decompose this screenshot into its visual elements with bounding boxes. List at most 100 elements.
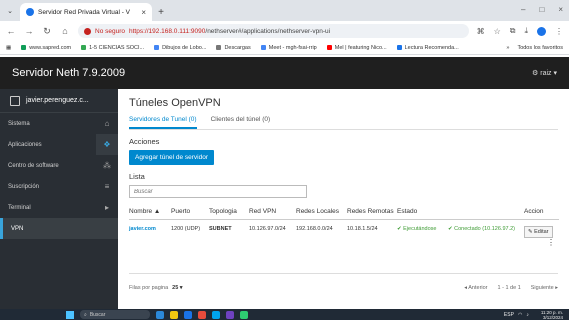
bookmark-item[interactable]: Meet - mgh-fsai-rrip xyxy=(260,44,317,51)
sidebar-item-centro-software[interactable]: Centro de software ⁂ xyxy=(0,155,118,176)
bookmark-item[interactable]: www.sapred.com xyxy=(21,45,71,51)
taskbar-search[interactable]: ⌕ Buscar xyxy=(80,310,150,319)
clock[interactable]: 11:20 p. m. 3/12/2024 xyxy=(541,310,563,320)
tab-server-tunnels[interactable]: Servidores de Tunel (0) xyxy=(129,116,197,129)
list-heading: Lista xyxy=(129,172,145,181)
favicon-icon xyxy=(26,8,34,16)
table-row: javier.com 1200 (UDP) SUBNET 10.126.97.0… xyxy=(129,220,559,254)
col-name[interactable]: Nombre ▲ xyxy=(129,206,171,220)
bookmark-icon xyxy=(216,45,222,50)
taskbar-app-icon[interactable] xyxy=(184,310,192,319)
bookmark-item[interactable]: Lectura Recomenda... xyxy=(396,44,459,51)
sidebar-item-label: Sistema xyxy=(8,120,30,127)
taskbar-app-icon[interactable] xyxy=(226,310,234,319)
taskbar-app-icon[interactable] xyxy=(170,310,178,319)
bookmark-label: Meet - mgh-fsai-rrip xyxy=(268,44,317,51)
back-icon[interactable]: ← xyxy=(6,26,16,36)
star-icon[interactable]: ☆ xyxy=(494,27,501,36)
sidebar-item-label: Terminal xyxy=(8,204,31,211)
sidebar-item-suscripcion[interactable]: Suscripción ≡ xyxy=(0,176,118,197)
language-indicator[interactable]: ESP xyxy=(504,312,514,318)
col-vpn-net: Red VPN xyxy=(249,206,296,220)
os-taskbar: ⌕ Buscar ESP ◠ ♪ 11:20 p. m. 3/12/2024 xyxy=(0,309,569,320)
wifi-icon[interactable]: ◠ xyxy=(518,312,522,318)
app-title: Servidor Neth 7.9.2009 xyxy=(12,67,126,79)
forward-icon[interactable]: → xyxy=(24,26,34,36)
url-input[interactable]: No seguro https://192.168.0.111:9090/net… xyxy=(78,24,469,38)
kebab-menu-icon[interactable]: ⋮ xyxy=(524,238,559,247)
software-icon: ⁂ xyxy=(103,161,111,170)
sidebar-item-terminal[interactable]: Terminal ▸ xyxy=(0,197,118,218)
bookmark-label: 1-5 CIENCIAS SOCI... xyxy=(89,44,145,51)
tunnel-actions: ✎ Editar ⋮ xyxy=(524,220,559,254)
bookmark-item[interactable]: Dibujos de Lobo... xyxy=(154,45,206,51)
clock-date: 3/12/2024 xyxy=(542,314,563,320)
bookmark-label: Lectura Recomenda... xyxy=(404,44,459,51)
page-title: Túneles OpenVPN xyxy=(129,97,221,109)
tunnel-port: 1200 (UDP) xyxy=(171,226,201,232)
close-tab-icon[interactable]: × xyxy=(141,8,146,17)
bookmark-item[interactable]: Descargas xyxy=(216,45,251,51)
download-icon[interactable]: ⤓ xyxy=(524,26,528,36)
maximize-button[interactable]: □ xyxy=(539,5,544,14)
browser-tab[interactable]: Servidor Red Privada Virtual - V × xyxy=(20,3,152,21)
bookmark-label: Mel | featuring Nico... xyxy=(334,44,387,51)
translate-icon[interactable]: ⌘ xyxy=(477,27,485,36)
sidebar-item-vpn[interactable]: VPN xyxy=(0,218,118,239)
apps-icon[interactable]: ▦ xyxy=(6,45,11,51)
system-tray[interactable]: ESP ◠ ♪ xyxy=(504,312,529,318)
tab-search-icon[interactable]: ⌄ xyxy=(0,0,20,21)
taskbar-app-icon[interactable] xyxy=(156,310,164,319)
col-remote-nets: Redes Remotas xyxy=(347,206,397,220)
apps-icon: ❖ xyxy=(96,134,118,155)
menu-icon[interactable]: ⋮ xyxy=(555,27,563,36)
bookmark-icon xyxy=(81,45,87,50)
pagination: Filas por pagina 25 ▾ ◂ Anterior 1 - 1 d… xyxy=(129,273,558,301)
prev-page-button[interactable]: ◂ Anterior xyxy=(464,285,487,291)
next-page-button[interactable]: Siguiente ▸ xyxy=(531,285,558,291)
taskbar-search-label: Buscar xyxy=(89,311,106,318)
bookmark-icon xyxy=(260,45,266,50)
all-bookmarks-button[interactable]: Todos los favoritos xyxy=(517,45,563,51)
sidebar-host[interactable]: javier.perenguez.c... xyxy=(0,89,118,113)
reload-icon[interactable]: ↻ xyxy=(42,26,52,37)
add-server-tunnel-button[interactable]: Agregar túnel de servidor xyxy=(129,150,214,165)
sidebar-item-sistema[interactable]: Sistema ⌂ xyxy=(0,113,118,134)
sidebar-item-aplicaciones[interactable]: Aplicaciones ❖ xyxy=(0,134,118,155)
bookmarks-bar: ▦ www.sapred.com 1-5 CIENCIAS SOCI... Di… xyxy=(0,41,569,55)
rows-per-page-select[interactable]: 25 ▾ xyxy=(172,285,182,291)
taskbar-app-icon[interactable] xyxy=(212,310,220,319)
search-input[interactable] xyxy=(129,185,307,198)
tunnel-connected-status: ✔ Conectado (10.126.97.2) xyxy=(448,226,515,232)
bookmarks-right: » Todos los favoritos xyxy=(506,45,563,51)
bookmark-item[interactable]: 1-5 CIENCIAS SOCI... xyxy=(81,45,144,51)
close-window-button[interactable]: × xyxy=(558,5,563,14)
not-secure-label[interactable]: No seguro xyxy=(95,28,125,35)
tab-tunnel-clients[interactable]: Clientes del túnel (0) xyxy=(211,116,271,129)
more-bookmarks-button[interactable]: » xyxy=(506,45,509,51)
minimize-button[interactable]: – xyxy=(521,5,525,14)
bookmark-label: www.sapred.com xyxy=(29,44,72,51)
home-icon[interactable]: ⌂ xyxy=(60,26,70,36)
tunnel-name-link[interactable]: javier.com xyxy=(129,220,171,254)
profile-avatar[interactable] xyxy=(537,26,546,36)
tunnels-table: Nombre ▲ Puerto Topologia Red VPN Redes … xyxy=(129,206,559,253)
sidebar: javier.perenguez.c... Sistema ⌂ Aplicaci… xyxy=(0,89,118,309)
windows-start-icon[interactable] xyxy=(66,310,74,319)
sidebar-item-label: Aplicaciones xyxy=(8,141,42,148)
extensions-icon[interactable]: ⧉ xyxy=(510,26,516,36)
user-menu[interactable]: ⚙ raiz ▾ xyxy=(532,69,557,77)
tab-title: Servidor Red Privada Virtual - V xyxy=(38,8,131,16)
tunnel-vpn-net: 10.126.97.0/24 xyxy=(249,226,286,232)
volume-icon[interactable]: ♪ xyxy=(526,312,529,318)
rows-per-page-label: Filas por pagina xyxy=(129,284,169,291)
bookmark-item[interactable]: Mel | featuring Nico... xyxy=(326,44,387,51)
new-tab-button[interactable]: + xyxy=(152,3,170,21)
taskbar-app-icon[interactable] xyxy=(198,310,206,319)
edit-button[interactable]: ✎ Editar xyxy=(524,226,553,238)
tunnel-local-nets: 192.168.0.0/24 xyxy=(296,226,333,232)
taskbar-app-icon[interactable] xyxy=(240,310,248,319)
browser-actions: ⌘ ☆ ⧉ ⤓ ⋮ xyxy=(477,26,563,36)
main-content: Túneles OpenVPN Servidores de Tunel (0) … xyxy=(118,89,569,309)
server-icon xyxy=(10,95,20,106)
